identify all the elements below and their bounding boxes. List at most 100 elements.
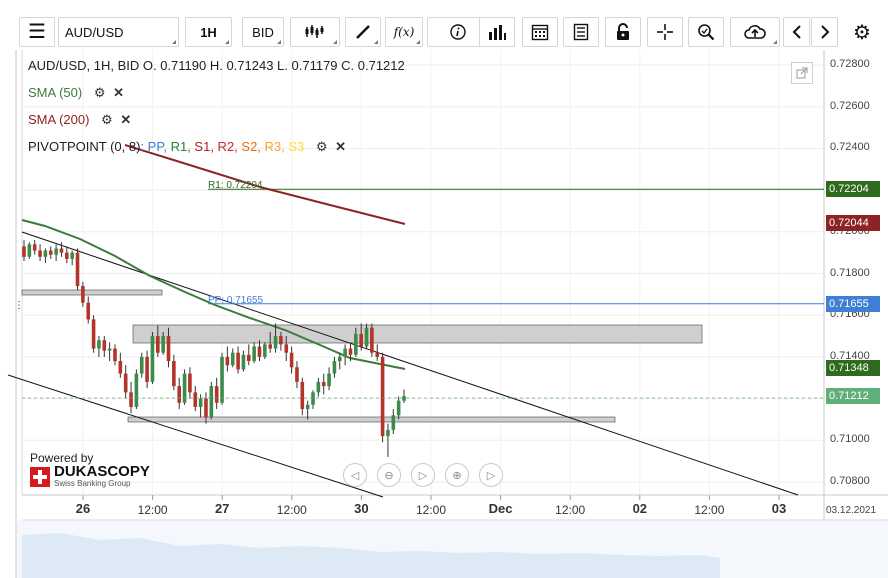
candle <box>145 350 149 389</box>
x-tick-label: 12:00 <box>694 503 725 517</box>
candle-body <box>300 381 305 410</box>
candle-body <box>343 348 347 357</box>
price-marker: 0.71655 <box>826 295 880 312</box>
chart-canvas[interactable] <box>0 0 888 578</box>
candle-body <box>359 333 363 347</box>
candle-body <box>75 252 80 287</box>
sma200-settings-icon[interactable]: ⚙ <box>101 112 113 128</box>
candle-body <box>123 373 128 393</box>
candle <box>375 344 380 362</box>
candle <box>54 244 58 261</box>
candle <box>263 342 267 359</box>
candle-body <box>156 336 160 353</box>
resistance-zone <box>132 324 703 344</box>
candle-body <box>59 248 64 253</box>
triangle-left-icon: ◁ <box>350 469 360 482</box>
candle <box>177 377 182 410</box>
price-marker: 0.71212 <box>826 388 880 405</box>
candle-body <box>129 392 133 407</box>
candle <box>225 346 230 372</box>
fit-button[interactable]: ▷ <box>411 463 435 487</box>
candle-body <box>268 344 272 349</box>
candle <box>300 377 305 416</box>
candle <box>172 354 176 391</box>
y-tick-label: 0.72800 <box>830 58 870 70</box>
candle-body <box>337 356 342 362</box>
candle <box>113 344 117 366</box>
scroll-right-button[interactable]: ▷ <box>479 463 503 487</box>
candle-body <box>305 404 310 410</box>
candle-body <box>332 361 337 374</box>
scroll-left-button[interactable]: ◁ <box>343 463 367 487</box>
candle-body <box>134 373 139 407</box>
expand-button[interactable] <box>791 62 813 84</box>
x-tick-label: 12:00 <box>555 503 586 517</box>
candle-body <box>193 392 198 407</box>
candle-body <box>380 356 385 437</box>
candle-body <box>220 356 224 403</box>
candle-body <box>91 319 96 349</box>
y-tick-label: 0.72600 <box>830 99 870 112</box>
candle-body <box>236 352 240 370</box>
zoom-in-button[interactable]: ⊕ <box>445 463 469 487</box>
candle-body <box>198 398 203 407</box>
brand-tagline: Swiss Banking Group <box>54 479 131 488</box>
pivot-item-0: : PP, <box>140 139 167 154</box>
pivot-close-icon[interactable]: ✕ <box>335 139 346 154</box>
sma50-settings-icon[interactable]: ⚙ <box>94 85 106 101</box>
candle <box>305 400 310 420</box>
pivot-legend: PIVOTPOINT (0, 8): PP, R1, S1, R2, S2, R… <box>28 139 346 155</box>
candle <box>396 396 401 420</box>
sma200-legend: SMA (200) ⚙ ✕ <box>28 112 131 128</box>
x-tick-label: 26 <box>75 501 91 516</box>
candle-body <box>230 352 235 366</box>
x-tick-label: 12:00 <box>137 503 168 517</box>
candle-body <box>284 344 289 353</box>
price-marker: 0.72044 <box>826 214 880 231</box>
candle-body <box>166 336 171 362</box>
candle <box>59 242 64 257</box>
panel-drag-handle[interactable]: ⋮ <box>14 301 24 311</box>
candle-body <box>32 244 37 251</box>
candle-body <box>321 381 326 387</box>
x-tick-label: 03 <box>771 501 787 516</box>
candle-body <box>145 356 149 382</box>
candle-body <box>246 354 251 362</box>
candle <box>289 346 294 374</box>
sma50-close-icon[interactable]: ✕ <box>113 85 124 100</box>
candle-body <box>214 386 219 403</box>
sma50-legend: SMA (50) ⚙ ✕ <box>28 85 124 101</box>
candle <box>32 240 37 255</box>
candle <box>102 336 107 357</box>
candle <box>188 367 192 399</box>
candles <box>22 240 406 457</box>
candle <box>198 394 203 418</box>
candle <box>337 352 342 370</box>
y-tick-label: 0.71800 <box>830 266 870 279</box>
x-tick-label: 02 <box>632 501 648 516</box>
fit-icon: ▷ <box>418 469 428 482</box>
candle-body <box>113 348 117 362</box>
x-tick-label: Dec <box>488 501 513 516</box>
candle-body <box>70 252 74 259</box>
y-tick-label: 0.70800 <box>830 475 870 487</box>
grid <box>22 50 824 500</box>
pivot-settings-icon[interactable]: ⚙ <box>316 139 328 155</box>
candle-body <box>150 336 155 382</box>
price-marker: 0.71348 <box>826 359 880 376</box>
candle <box>91 315 96 353</box>
candle <box>97 336 101 357</box>
candle-body <box>241 354 246 370</box>
candle <box>27 242 32 259</box>
pivot-item-1: R1, <box>166 139 191 154</box>
sma200-close-icon[interactable]: ✕ <box>120 112 131 127</box>
candle-body <box>38 250 42 257</box>
candle-body <box>252 346 256 362</box>
candle-body <box>188 373 192 393</box>
candle-body <box>81 286 85 303</box>
zoom-out-button[interactable]: ⊖ <box>377 463 401 487</box>
candle-body <box>396 400 401 416</box>
candle <box>129 381 133 414</box>
candle <box>214 377 219 410</box>
candle <box>402 389 406 403</box>
